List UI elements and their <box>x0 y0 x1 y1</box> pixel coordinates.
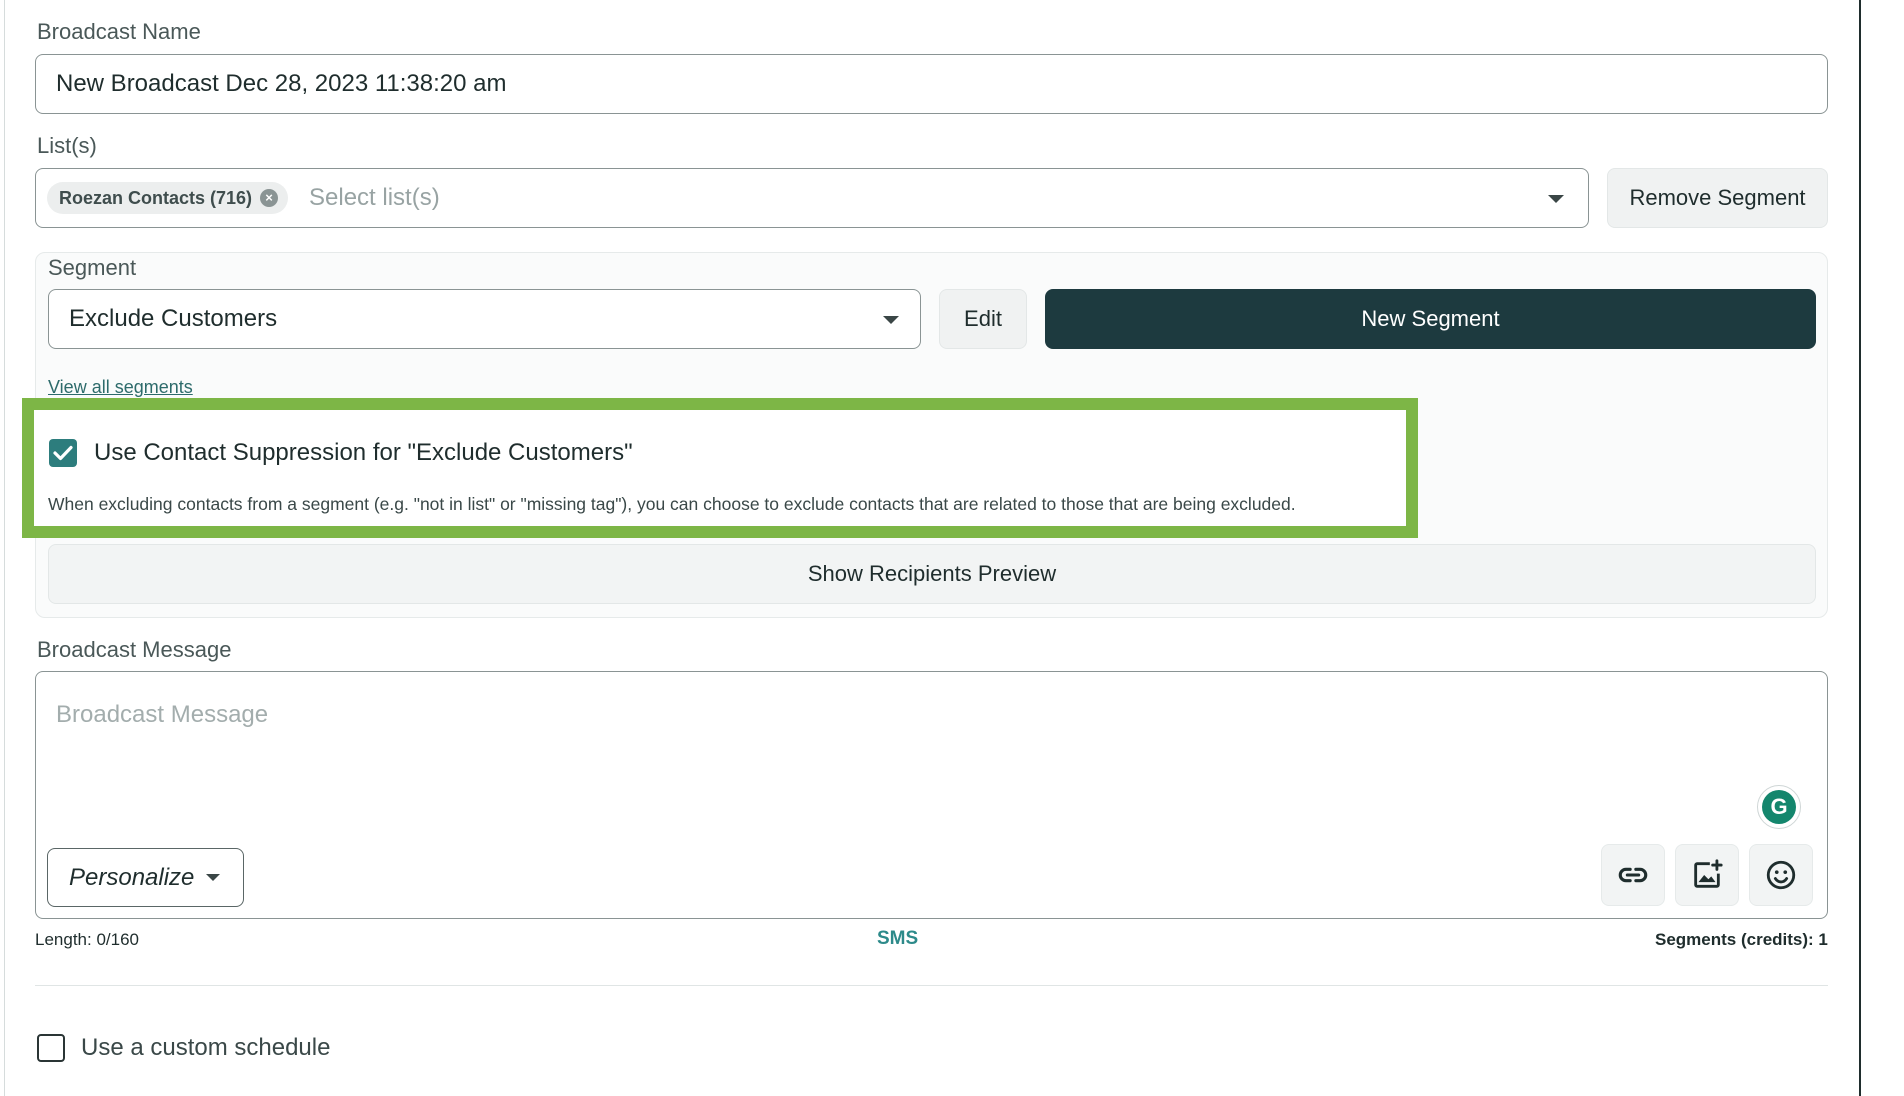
insert-image-button[interactable] <box>1675 844 1739 906</box>
broadcast-message-placeholder: Broadcast Message <box>56 701 269 728</box>
page-left-border <box>4 0 5 1096</box>
suppression-highlight-box <box>22 398 1418 538</box>
suppression-checkbox[interactable] <box>49 439 77 467</box>
broadcast-message-textarea[interactable] <box>35 671 1828 919</box>
link-icon <box>1618 867 1648 883</box>
lists-chevron-down-icon[interactable] <box>1548 195 1564 203</box>
suppression-help-text: When excluding contacts from a segment (… <box>48 494 1296 514</box>
broadcast-name-input[interactable]: New Broadcast Dec 28, 2023 11:38:20 am <box>35 54 1828 114</box>
lists-placeholder: Select list(s) <box>309 184 440 211</box>
broadcast-message-label: Broadcast Message <box>37 637 232 662</box>
segment-select[interactable]: Exclude Customers <box>48 289 921 349</box>
new-segment-button[interactable]: New Segment <box>1045 289 1816 349</box>
checkmark-icon <box>53 445 73 461</box>
add-image-icon <box>1694 859 1723 888</box>
remove-segment-button[interactable]: Remove Segment <box>1607 168 1828 228</box>
show-recipients-preview-button[interactable]: Show Recipients Preview <box>48 544 1816 604</box>
insert-link-button[interactable] <box>1601 844 1665 906</box>
chip-remove-icon[interactable]: × <box>260 189 279 207</box>
broadcast-name-value: New Broadcast Dec 28, 2023 11:38:20 am <box>56 70 507 97</box>
segment-label: Segment <box>48 255 137 280</box>
grammarly-icon[interactable]: G <box>1757 785 1801 829</box>
page-right-border <box>1859 0 1861 1096</box>
segment-chevron-down-icon[interactable] <box>883 316 899 324</box>
grammarly-badge: G <box>1762 790 1796 824</box>
section-divider <box>35 985 1828 986</box>
segment-selected-value: Exclude Customers <box>69 305 278 332</box>
edit-segment-button[interactable]: Edit <box>939 289 1027 349</box>
emoji-icon <box>1766 860 1796 890</box>
custom-schedule-checkbox[interactable] <box>37 1034 65 1062</box>
segments-credits: Segments (credits): 1 <box>1655 930 1828 949</box>
suppression-label: Use Contact Suppression for "Exclude Cus… <box>94 439 633 466</box>
list-chip-label: Roezan Contacts (716) <box>59 187 253 208</box>
message-type-badge: SMS <box>877 928 919 949</box>
broadcast-name-label: Broadcast Name <box>37 19 201 44</box>
insert-emoji-button[interactable] <box>1749 844 1813 906</box>
list-chip: Roezan Contacts (716) × <box>47 182 289 214</box>
view-all-segments-link[interactable]: View all segments <box>48 377 193 398</box>
personalize-label: Personalize <box>69 863 195 891</box>
personalize-dropdown[interactable]: Personalize <box>47 848 244 907</box>
lists-label: List(s) <box>37 133 97 158</box>
custom-schedule-label: Use a custom schedule <box>81 1034 331 1061</box>
message-length: Length: 0/160 <box>35 930 139 949</box>
personalize-chevron-down-icon <box>206 874 221 881</box>
